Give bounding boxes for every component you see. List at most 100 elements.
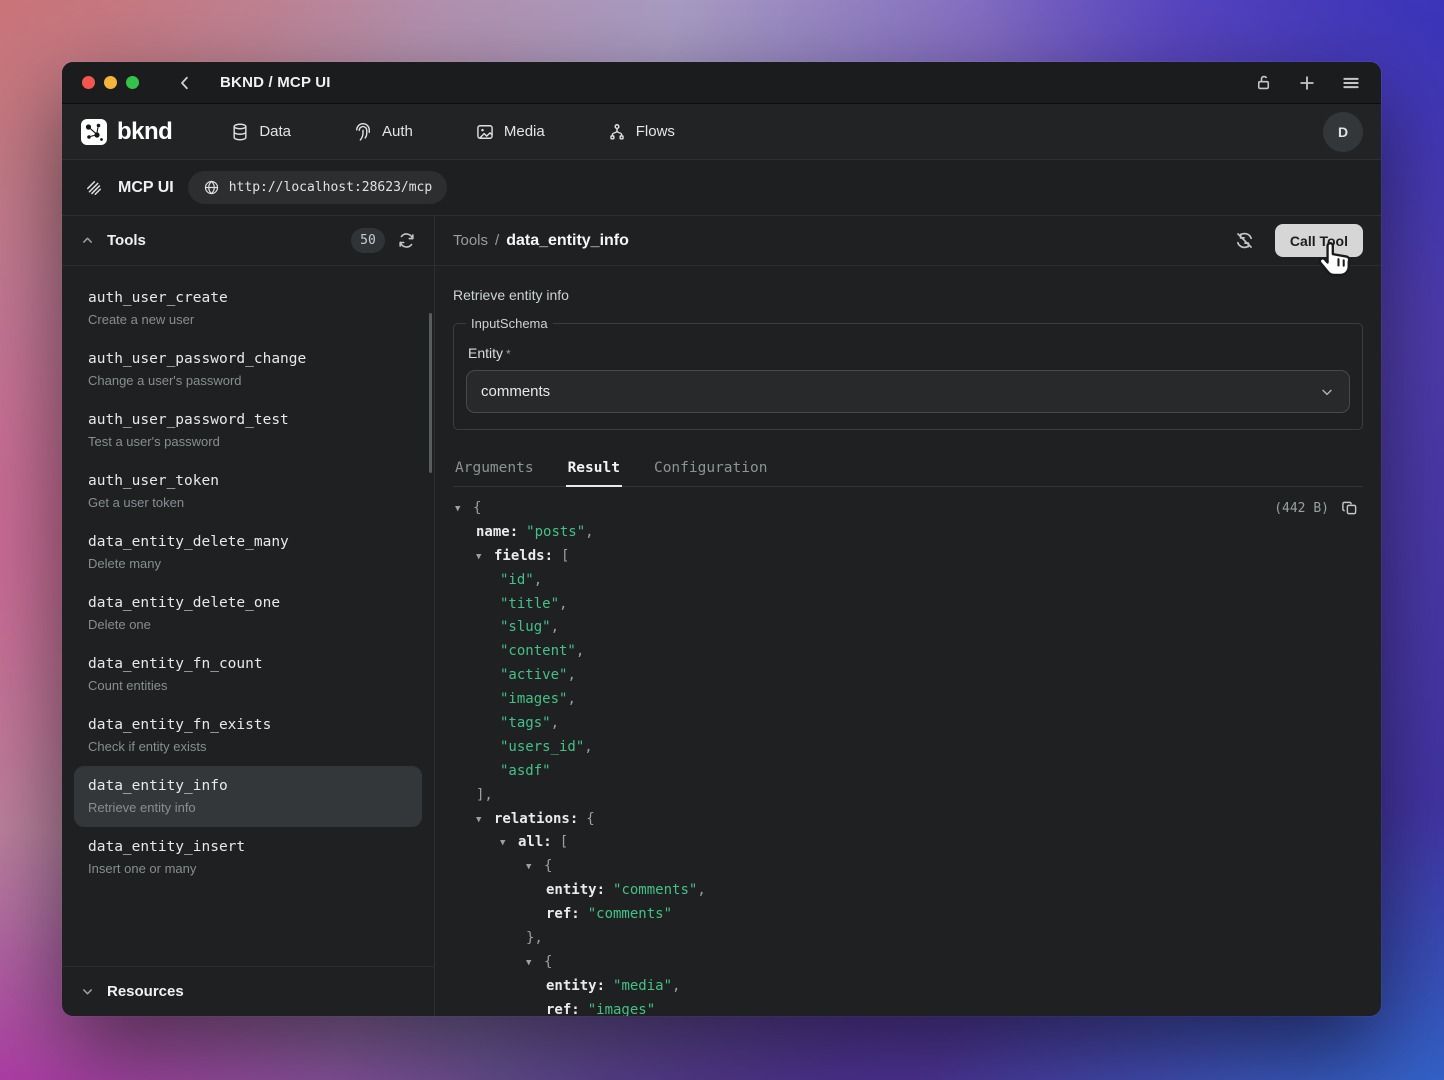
tab-arguments[interactable]: Arguments: [453, 451, 536, 486]
tool-description: Check if entity exists: [88, 738, 408, 756]
chevron-down-icon: [1319, 384, 1335, 400]
resources-section-header[interactable]: Resources: [62, 966, 434, 1016]
menu-button[interactable]: [1341, 73, 1361, 93]
nav-item-auth[interactable]: Auth: [353, 122, 413, 142]
window-title: BKND / MCP UI: [220, 74, 331, 91]
zoom-window-button[interactable]: [126, 76, 139, 89]
tool-item-data_entity_delete_many[interactable]: data_entity_delete_many Delete many: [74, 522, 422, 583]
tool-name: auth_user_create: [88, 288, 408, 308]
json-line: entity:"media",: [453, 975, 1363, 999]
json-line: "users_id",: [453, 736, 1363, 760]
chevron-up-icon: [80, 233, 95, 248]
user-avatar[interactable]: D: [1323, 112, 1363, 152]
tool-item-data_entity_fn_count[interactable]: data_entity_fn_count Count entities: [74, 644, 422, 705]
json-line[interactable]: ▼{: [453, 855, 1363, 879]
tool-name: data_entity_info: [88, 776, 408, 796]
json-line[interactable]: ▼all:[: [453, 831, 1363, 855]
tool-name: data_entity_delete_many: [88, 532, 408, 552]
json-result-viewer: (442 B) ▼{ name:"posts", ▼fields:[ "id",…: [453, 487, 1363, 1016]
nav-item-flows[interactable]: Flows: [607, 122, 675, 142]
entity-select[interactable]: comments: [466, 370, 1350, 413]
tab-configuration[interactable]: Configuration: [652, 451, 770, 486]
json-line[interactable]: ▼{: [453, 497, 1363, 521]
json-line: "id",: [453, 569, 1363, 593]
globe-icon: [203, 179, 220, 196]
nav-item-media[interactable]: Media: [475, 122, 545, 142]
call-tool-button[interactable]: Call Tool: [1275, 224, 1363, 257]
input-schema-legend: InputSchema: [466, 316, 553, 331]
tool-name: data_entity_insert: [88, 837, 408, 857]
tool-description: Test a user's password: [88, 433, 408, 451]
new-tab-button[interactable]: [1297, 73, 1317, 93]
nav-item-data[interactable]: Data: [230, 122, 291, 142]
chevron-down-icon: [80, 984, 95, 999]
image-icon: [475, 122, 495, 142]
tool-description: Count entities: [88, 677, 408, 695]
tool-name: auth_user_password_change: [88, 349, 408, 369]
result-size-label: (442 B): [1274, 501, 1329, 516]
json-line: entity:"comments",: [453, 879, 1363, 903]
input-schema-fieldset: InputSchema Entity* comments: [453, 316, 1363, 430]
close-window-button[interactable]: [82, 76, 95, 89]
tool-description: Get a user token: [88, 494, 408, 512]
json-line: },: [453, 927, 1363, 951]
json-line: "images",: [453, 688, 1363, 712]
tool-item-auth_user_create[interactable]: auth_user_create Create a new user: [74, 278, 422, 339]
page-title: MCP UI: [118, 179, 174, 197]
menu-icon: [1341, 73, 1361, 93]
flow-icon: [607, 122, 627, 142]
tool-detail-body: Retrieve entity info InputSchema Entity*…: [435, 266, 1381, 1016]
entity-field-label: Entity*: [468, 345, 1350, 361]
json-line: "active",: [453, 664, 1363, 688]
tool-item-auth_user_token[interactable]: auth_user_token Get a user token: [74, 461, 422, 522]
tools-section-title: Tools: [107, 232, 146, 249]
tool-description: Change a user's password: [88, 372, 408, 390]
refresh-tools-button[interactable]: [397, 231, 416, 250]
json-line: "content",: [453, 640, 1363, 664]
entity-select-value: comments: [481, 383, 550, 400]
json-line[interactable]: ▼{: [453, 951, 1363, 975]
tool-item-auth_user_password_test[interactable]: auth_user_password_test Test a user's pa…: [74, 400, 422, 461]
tool-item-auth_user_password_change[interactable]: auth_user_password_change Change a user'…: [74, 339, 422, 400]
breadcrumb-current: data_entity_info: [506, 232, 629, 250]
tool-summary-text: Retrieve entity info: [453, 287, 1363, 303]
nav-item-label: Flows: [636, 123, 675, 140]
window-titlebar: BKND / MCP UI: [62, 62, 1381, 104]
database-icon: [230, 122, 250, 142]
required-mark: *: [506, 347, 511, 361]
json-line[interactable]: ▼fields:[: [453, 545, 1363, 569]
json-line: ref:"comments": [453, 903, 1363, 927]
lock-open-icon[interactable]: [1254, 73, 1273, 92]
tool-item-data_entity_fn_exists[interactable]: data_entity_fn_exists Check if entity ex…: [74, 705, 422, 766]
tool-description: Create a new user: [88, 311, 408, 329]
sidebar-scrollbar[interactable]: [429, 313, 432, 473]
brand-name: bknd: [117, 118, 172, 146]
tools-section-header[interactable]: Tools 50: [62, 216, 434, 266]
refresh-icon: [397, 231, 416, 250]
tab-result[interactable]: Result: [566, 451, 622, 486]
copy-icon: [1341, 499, 1359, 517]
sync-off-icon: [1234, 230, 1255, 251]
tool-item-data_entity_info[interactable]: data_entity_info Retrieve entity info: [74, 766, 422, 827]
json-line: "title",: [453, 593, 1363, 617]
nav-item-label: Media: [504, 123, 545, 140]
tool-item-data_entity_delete_one[interactable]: data_entity_delete_one Delete one: [74, 583, 422, 644]
json-line: "asdf": [453, 760, 1363, 784]
tool-detail-panel: Tools / data_entity_info Call Tool Retri…: [435, 216, 1381, 1016]
json-line[interactable]: ▼relations:{: [453, 808, 1363, 832]
breadcrumb-section[interactable]: Tools: [453, 232, 488, 249]
back-button[interactable]: [176, 74, 194, 92]
minimize-window-button[interactable]: [104, 76, 117, 89]
json-line: ref:"images": [453, 999, 1363, 1016]
copy-button[interactable]: [1341, 499, 1359, 517]
fingerprint-icon: [353, 122, 373, 142]
tool-item-data_entity_insert[interactable]: data_entity_insert Insert one or many: [74, 827, 422, 888]
tool-name: auth_user_token: [88, 471, 408, 491]
back-icon: [176, 74, 194, 92]
brand-logo[interactable]: bknd: [80, 118, 172, 146]
tools-count-badge: 50: [351, 228, 385, 253]
tool-name: data_entity_fn_exists: [88, 715, 408, 735]
tools-sidebar: Tools 50 auth_user_create Create a new u…: [62, 216, 435, 1016]
sync-off-button[interactable]: [1234, 230, 1255, 251]
mcp-url-pill[interactable]: http://localhost:28623/mcp: [188, 171, 448, 204]
